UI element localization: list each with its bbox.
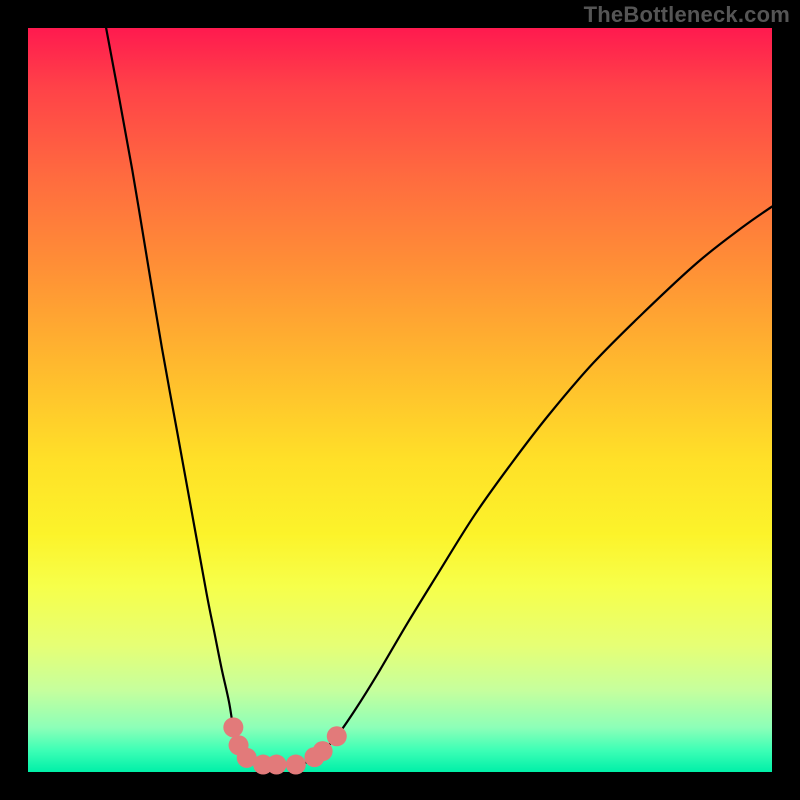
- gradient-plot-area: [28, 28, 772, 772]
- curve-marker: [223, 717, 243, 737]
- curve-marker: [327, 726, 347, 746]
- curve-marker: [267, 755, 287, 775]
- chart-frame: TheBottleneck.com: [0, 0, 800, 800]
- curve-markers: [223, 717, 346, 774]
- curve-marker: [286, 755, 306, 775]
- watermark-text: TheBottleneck.com: [584, 2, 790, 28]
- curve-marker: [313, 741, 333, 761]
- curve-svg: [28, 28, 772, 772]
- bottleneck-curve: [106, 28, 772, 765]
